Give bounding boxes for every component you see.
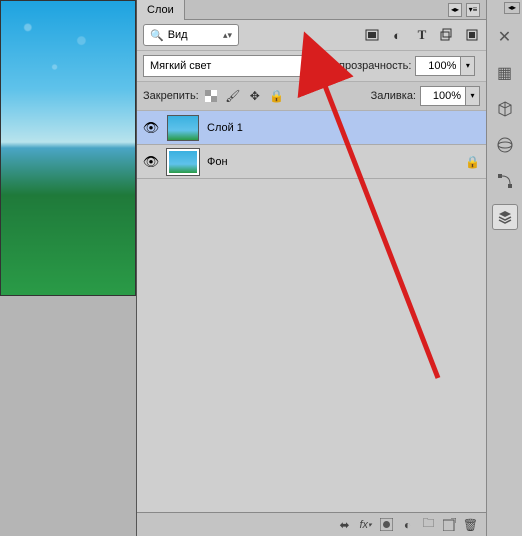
blend-opacity-row: Мягкий свет ▴▾ Непрозрачность: 100% ▾ <box>137 51 486 82</box>
panel-footer: ⬌ fx▾ ◐ 🗀 🗑 <box>137 512 486 536</box>
layer-item[interactable]: 👁 Слой 1 <box>137 111 486 145</box>
layer-thumbnail[interactable] <box>167 149 199 175</box>
sphere-dock-icon[interactable] <box>492 132 518 158</box>
updown-icon: ▴▾ <box>305 61 314 72</box>
canvas-area <box>0 0 136 536</box>
adjustment-layer-icon[interactable]: ◐ <box>400 517 415 532</box>
opacity-label: Непрозрачность: <box>325 60 411 72</box>
updown-icon: ▴▾ <box>223 30 232 41</box>
tab-layers[interactable]: Слои <box>137 0 185 20</box>
lock-position-icon[interactable]: ✥ <box>247 89 263 103</box>
lock-label: Закрепить: <box>143 90 199 102</box>
fill-dropdown-icon[interactable]: ▾ <box>466 86 480 106</box>
layer-name-label[interactable]: Фон <box>207 156 228 168</box>
layer-name-label[interactable]: Слой 1 <box>207 122 243 134</box>
cube3d-dock-icon[interactable] <box>492 96 518 122</box>
dock-collapse-icon[interactable]: ◂▸ <box>504 2 520 14</box>
lock-transparency-icon[interactable] <box>203 89 219 103</box>
swatches-dock-icon[interactable]: ▦ <box>492 60 518 86</box>
panel-menu-icon[interactable]: ▾≡ <box>466 3 480 17</box>
visibility-toggle-icon[interactable]: 👁 <box>143 154 159 170</box>
fill-label: Заливка: <box>371 90 416 102</box>
filter-row: 🔍 Вид ▴▾ ◐ T <box>137 20 486 51</box>
filter-type-select[interactable]: 🔍 Вид ▴▾ <box>143 24 239 46</box>
filter-pixel-icon[interactable] <box>364 27 380 43</box>
layers-panel: Слои ◂▸ ▾≡ 🔍 Вид ▴▾ ◐ T Мягкий свет <box>136 0 486 536</box>
layer-style-icon[interactable]: fx▾ <box>358 517 373 532</box>
layer-item[interactable]: 👁 Фон 🔒 <box>137 145 486 179</box>
visibility-toggle-icon[interactable]: 👁 <box>143 120 159 136</box>
document-image[interactable] <box>0 0 136 296</box>
layer-mask-icon[interactable] <box>379 517 394 532</box>
lock-fill-row: Закрепить: 🖌 ✥ 🔒 Заливка: 100% ▾ <box>137 82 486 111</box>
filter-type-label: Вид <box>168 29 188 41</box>
link-layers-icon[interactable]: ⬌ <box>337 517 352 532</box>
panel-tab-bar: Слои ◂▸ ▾≡ <box>137 0 486 20</box>
lock-all-icon[interactable]: 🔒 <box>269 89 285 103</box>
group-icon[interactable]: 🗀 <box>421 517 436 532</box>
layers-dock-icon[interactable] <box>492 204 518 230</box>
layer-thumbnail[interactable] <box>167 115 199 141</box>
filter-smartobj-icon[interactable] <box>464 27 480 43</box>
new-layer-icon[interactable] <box>442 517 457 532</box>
blend-mode-value: Мягкий свет <box>150 60 211 72</box>
layers-list: 👁 Слой 1 👁 Фон 🔒 <box>137 111 486 512</box>
right-dock: ◂▸ ✕ ▦ <box>486 0 522 536</box>
filter-adjustment-icon[interactable]: ◐ <box>389 27 405 43</box>
collapse-panel-icon[interactable]: ◂▸ <box>448 3 462 17</box>
opacity-input[interactable]: 100% <box>415 56 461 76</box>
lock-icon: 🔒 <box>465 155 480 169</box>
filter-type-icon[interactable]: T <box>414 27 430 43</box>
delete-layer-icon[interactable]: 🗑 <box>463 517 478 532</box>
lock-pixels-icon[interactable]: 🖌 <box>225 89 241 103</box>
search-icon: 🔍 <box>150 29 164 42</box>
fill-input[interactable]: 100% <box>420 86 466 106</box>
opacity-dropdown-icon[interactable]: ▾ <box>461 56 475 76</box>
filter-shape-icon[interactable] <box>439 27 455 43</box>
blend-mode-select[interactable]: Мягкий свет ▴▾ <box>143 55 321 77</box>
tools-dock-icon[interactable]: ✕ <box>492 24 518 50</box>
path-dock-icon[interactable] <box>492 168 518 194</box>
